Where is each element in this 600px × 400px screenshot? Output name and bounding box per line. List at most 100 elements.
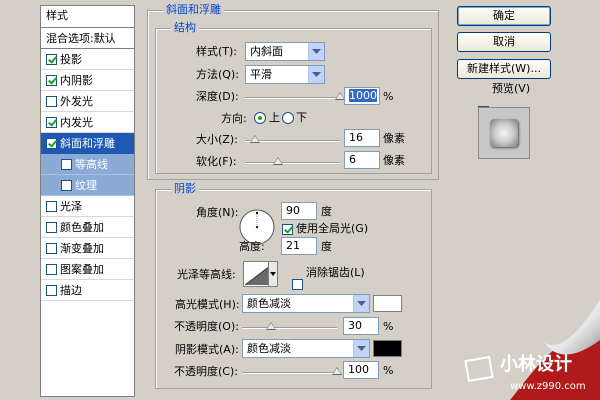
style-item[interactable]: 纹理	[41, 175, 134, 196]
preview-swatch	[490, 119, 518, 147]
gloss-contour-dropdown[interactable]	[268, 261, 278, 287]
style-item-label: 内阴影	[60, 73, 93, 87]
styles-header[interactable]: 样式	[41, 6, 134, 28]
size-label: 大小(Z):	[196, 133, 238, 146]
highlight-opacity-handle[interactable]	[265, 322, 276, 330]
direction-up-radio[interactable]	[254, 112, 266, 124]
style-item-checkbox[interactable]	[46, 263, 57, 275]
angle-unit: 度	[321, 205, 332, 218]
highlight-opacity-input[interactable]: 30	[343, 317, 379, 335]
new-style-button[interactable]: 新建样式(W)...	[457, 59, 551, 79]
style-item-label: 斜面和浮雕	[60, 136, 115, 150]
size-slider-handle[interactable]	[249, 135, 260, 143]
style-item-label: 光泽	[60, 199, 82, 213]
style-item-checkbox[interactable]	[46, 74, 57, 86]
structure-title: 结构	[171, 22, 199, 34]
technique-label: 方法(Q):	[196, 68, 239, 81]
style-item-checkbox[interactable]	[61, 179, 72, 191]
angle-input[interactable]: 90	[281, 202, 317, 220]
direction-down-label: 下	[296, 111, 307, 124]
soften-input[interactable]: 6	[344, 151, 380, 169]
chevron-down-icon	[353, 295, 369, 312]
style-item-label: 投影	[60, 52, 82, 66]
style-item-checkbox[interactable]	[46, 221, 57, 233]
chevron-down-icon	[308, 43, 324, 60]
highlight-opacity-track[interactable]	[242, 327, 337, 329]
style-item[interactable]: 描边	[41, 280, 134, 301]
style-item[interactable]: 图案叠加	[41, 259, 134, 280]
style-item-label: 渐变叠加	[60, 241, 104, 255]
style-item-label: 纹理	[75, 178, 97, 192]
angle-label: 角度(N):	[196, 206, 239, 219]
style-item-checkbox[interactable]	[46, 137, 57, 149]
direction-up-label: 上	[269, 111, 280, 124]
soften-unit: 像素	[383, 154, 405, 167]
depth-slider-track[interactable]	[245, 97, 340, 99]
shading-title: 阴影	[171, 183, 199, 195]
technique-value: 平滑	[250, 68, 272, 81]
style-item-checkbox[interactable]	[61, 158, 72, 170]
styles-list: 样式 混合选项:默认 投影内阴影外发光内发光斜面和浮雕等高线纹理光泽颜色叠加渐变…	[40, 5, 135, 397]
style-preview-thumbnail	[478, 107, 530, 159]
style-item-checkbox[interactable]	[46, 53, 57, 65]
style-item[interactable]: 投影	[41, 49, 134, 70]
shadow-mode-label: 阴影模式(A):	[175, 343, 239, 356]
style-item[interactable]: 光泽	[41, 196, 134, 217]
chevron-down-icon	[353, 340, 369, 357]
cancel-button[interactable]: 取消	[457, 32, 551, 52]
technique-select[interactable]: 平滑	[245, 65, 325, 84]
size-unit: 像素	[383, 132, 405, 145]
style-item-label: 等高线	[75, 157, 108, 171]
style-item-label: 颜色叠加	[60, 220, 104, 234]
bevel-emboss-title: 斜面和浮雕	[163, 4, 224, 16]
preview-label: 预览(V)	[492, 82, 531, 95]
style-item[interactable]: 等高线	[41, 154, 134, 175]
global-light-label: 使用全局光(G)	[296, 222, 369, 235]
ok-button[interactable]: 确定	[457, 6, 551, 26]
style-item-checkbox[interactable]	[46, 284, 57, 296]
shadow-opacity-input[interactable]: 100	[343, 361, 379, 379]
shadow-color-swatch[interactable]	[373, 340, 402, 357]
depth-input[interactable]: 1000	[344, 87, 380, 105]
style-item-checkbox[interactable]	[46, 116, 57, 128]
soften-label: 软化(F):	[196, 155, 237, 168]
style-item-checkbox[interactable]	[46, 200, 57, 212]
style-item[interactable]: 内发光	[41, 112, 134, 133]
blending-options-item[interactable]: 混合选项:默认	[41, 28, 134, 49]
highlight-mode-select[interactable]: 颜色减淡	[242, 294, 370, 313]
chevron-down-icon	[270, 272, 276, 276]
style-item[interactable]: 外发光	[41, 91, 134, 112]
shadow-opacity-track[interactable]	[242, 372, 337, 374]
shadow-mode-select[interactable]: 颜色减淡	[242, 339, 370, 358]
style-item-label: 图案叠加	[60, 262, 104, 276]
chevron-down-icon	[308, 66, 324, 83]
altitude-input[interactable]: 21	[281, 237, 317, 255]
soften-slider-handle[interactable]	[273, 157, 284, 165]
style-item[interactable]: 斜面和浮雕	[41, 133, 134, 154]
direction-down-radio[interactable]	[282, 112, 294, 124]
style-item[interactable]: 内阴影	[41, 70, 134, 91]
shadow-mode-value: 颜色减淡	[247, 342, 291, 355]
highlight-opacity-label: 不透明度(O):	[174, 320, 239, 333]
shadow-opacity-handle[interactable]	[332, 367, 342, 375]
altitude-unit: 度	[321, 240, 332, 253]
style-item-checkbox[interactable]	[46, 242, 57, 254]
antialias-checkbox[interactable]	[292, 279, 303, 290]
style-item[interactable]: 颜色叠加	[41, 217, 134, 238]
highlight-opacity-unit: %	[383, 320, 394, 333]
style-item-label: 描边	[60, 283, 82, 297]
size-input[interactable]: 16	[344, 129, 380, 147]
highlight-color-swatch[interactable]	[373, 295, 402, 312]
altitude-label: 高度:	[239, 240, 265, 253]
style-item-checkbox[interactable]	[46, 95, 57, 107]
global-light-checkbox[interactable]	[282, 224, 293, 235]
bevel-style-value: 内斜面	[250, 45, 283, 58]
style-item-label: 外发光	[60, 94, 93, 108]
antialias-label: 消除锯齿(L)	[306, 266, 365, 279]
highlight-mode-value: 颜色减淡	[247, 297, 291, 310]
shadow-opacity-unit: %	[383, 364, 394, 377]
soften-slider-track[interactable]	[245, 162, 340, 164]
style-item[interactable]: 渐变叠加	[41, 238, 134, 259]
bevel-style-select[interactable]: 内斜面	[245, 42, 325, 61]
gloss-contour-label: 光泽等高线:	[177, 268, 236, 281]
